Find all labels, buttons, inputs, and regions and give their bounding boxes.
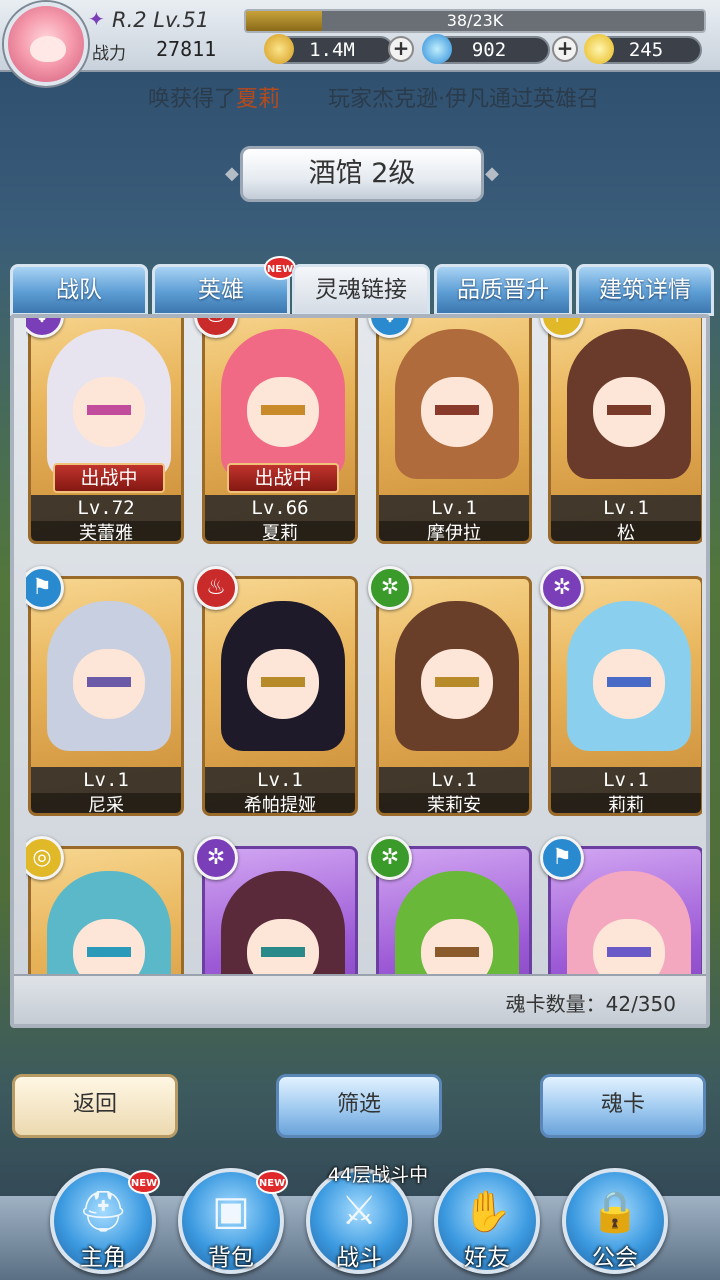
shuriken-icon: ✲ [368, 566, 412, 610]
hero-level: Lv.1 [551, 495, 701, 521]
player-rank-level: R.2 Lv.51 [112, 8, 210, 32]
tab-label: 建筑详情 [599, 277, 691, 303]
hero-eyes [87, 405, 131, 415]
crystal-value: 245 [628, 39, 664, 61]
hero-level: Lv.1 [551, 767, 701, 793]
tab-label: 品质晋升 [457, 277, 549, 303]
hero-eyes [87, 947, 131, 957]
lock-icon: 🔒 [590, 1189, 640, 1235]
blue-gem-icon [422, 34, 452, 64]
hero-name: 夏莉 [205, 521, 355, 541]
new-badge: NEW [256, 1170, 288, 1194]
hero-grid[interactable]: 出战中Lv.72芙蕾雅✥出战中Lv.66夏莉♨Lv.1摩伊拉✥Lv.1松⚑Lv.… [26, 318, 702, 974]
nav-label: 好友 [464, 1245, 510, 1271]
marquee-text-1: 唤获得了 [148, 87, 237, 112]
filter-button[interactable]: 筛选 [276, 1074, 442, 1138]
tavern-title: 酒馆 2级 [225, 146, 499, 202]
hero-card[interactable]: Lv.1 希帕提娅 [202, 576, 358, 816]
in-battle-tag: 出战中 [53, 463, 165, 493]
shuriken-icon: ✲ [540, 566, 584, 610]
nav-label: 公会 [592, 1245, 638, 1271]
back-button[interactable]: 返回 [12, 1074, 178, 1138]
in-battle-tag: 出战中 [227, 463, 339, 493]
hero-eyes [607, 947, 651, 957]
hero-card[interactable]: Lv.1 莉莉 [548, 576, 702, 816]
new-badge: NEW [128, 1170, 160, 1194]
rank-badge-icon: ✦ [88, 7, 105, 31]
panel-footer: 魂卡数量：42/350 [14, 974, 706, 1024]
crossed-swords-icon: ⚔ [341, 1188, 377, 1234]
nav-label: 战斗 [336, 1245, 382, 1271]
soul-card-button[interactable]: 魂卡 [540, 1074, 706, 1138]
tab-label: 战队 [56, 277, 102, 303]
handshake-icon: ✋ [462, 1189, 512, 1235]
exp-text: 38/23K [446, 11, 504, 30]
shuriken-icon: ✲ [194, 836, 238, 880]
crystal-currency: 245 [584, 34, 702, 64]
gold-value: 1.4M [309, 39, 355, 61]
hero-eyes [261, 405, 305, 415]
tab-quality-upgrade[interactable]: 品质晋升 [434, 264, 572, 316]
power-value: 27811 [156, 37, 217, 61]
yellow-crystal-icon [584, 34, 614, 64]
hero-name: 尼采 [31, 793, 181, 813]
hero-name: 芙蕾雅 [31, 521, 181, 541]
hero-card[interactable]: Lv.1 松 [548, 318, 702, 544]
nav-label: 背包 [208, 1245, 254, 1271]
banner-icon: ⚑ [540, 836, 584, 880]
tab-building-details[interactable]: 建筑详情 [576, 264, 714, 316]
hero-name: 摩伊拉 [379, 521, 529, 541]
gold-coin-icon [264, 34, 294, 64]
battle-status: 44层战斗中 [327, 1164, 429, 1186]
hero-eyes [435, 947, 479, 957]
marquee-text-2: 玩家杰克逊·伊凡通过英雄召 [328, 87, 600, 112]
gem-currency: 902 [422, 34, 550, 64]
tab-soul-link[interactable]: 灵魂链接 [292, 264, 430, 316]
gold-currency: 1.4M [264, 34, 394, 64]
gem-value: 902 [471, 39, 507, 61]
nav-handshake[interactable]: ✋ 好友 [434, 1168, 540, 1274]
hero-name: 松 [551, 521, 701, 541]
flame-icon: ♨ [194, 566, 238, 610]
announcement-marquee: 唤获得了夏莉 玩家杰克逊·伊凡通过英雄召 [0, 80, 720, 120]
hero-eyes [435, 677, 479, 687]
hero-card-panel: 出战中Lv.72芙蕾雅✥出战中Lv.66夏莉♨Lv.1摩伊拉✥Lv.1松⚑Lv.… [10, 314, 710, 1028]
hero-eyes [87, 677, 131, 687]
nav-lock[interactable]: 🔒 公会 [562, 1168, 668, 1274]
player-avatar[interactable] [4, 2, 88, 86]
power-label: 战力 [92, 44, 126, 64]
hero-name: 茉莉安 [379, 793, 529, 813]
hero-level: Lv.72 [31, 495, 181, 521]
helmet-icon: ⛑ [77, 1189, 129, 1235]
hero-eyes [607, 677, 651, 687]
hero-card[interactable]: 出战中 Lv.72 芙蕾雅 [28, 318, 184, 544]
hero-level: Lv.1 [379, 495, 529, 521]
tab-label: 灵魂链接 [315, 277, 407, 303]
hero-eyes [607, 405, 651, 415]
marquee-hero-name: 夏莉 [236, 87, 281, 112]
tab-label: 英雄 [198, 277, 244, 303]
hero-card[interactable]: Lv.1 尼采 [28, 576, 184, 816]
hero-card[interactable]: Lv.1 茉莉安 [376, 576, 532, 816]
shuriken-icon: ✲ [368, 836, 412, 880]
hero-eyes [435, 405, 479, 415]
hero-name: 莉莉 [551, 793, 701, 813]
hero-name: 希帕提娅 [205, 793, 355, 813]
tab-team[interactable]: 战队 [10, 264, 148, 316]
backpack-icon: ▣ [212, 1188, 250, 1234]
exp-bar: 38/23K [244, 9, 706, 33]
hero-level: Lv.1 [31, 767, 181, 793]
nav-label: 主角 [80, 1245, 126, 1271]
hero-card[interactable]: Lv.1 摩伊拉 [376, 318, 532, 544]
soul-card-count: 魂卡数量：42/350 [505, 992, 676, 1016]
add-gem-button[interactable]: + [552, 36, 578, 62]
hero-eyes [261, 677, 305, 687]
hero-level: Lv.1 [379, 767, 529, 793]
hero-level: Lv.1 [205, 767, 355, 793]
hero-eyes [261, 947, 305, 957]
hero-level: Lv.66 [205, 495, 355, 521]
add-gold-button[interactable]: + [388, 36, 414, 62]
hero-card[interactable]: 出战中 Lv.66 夏莉 [202, 318, 358, 544]
